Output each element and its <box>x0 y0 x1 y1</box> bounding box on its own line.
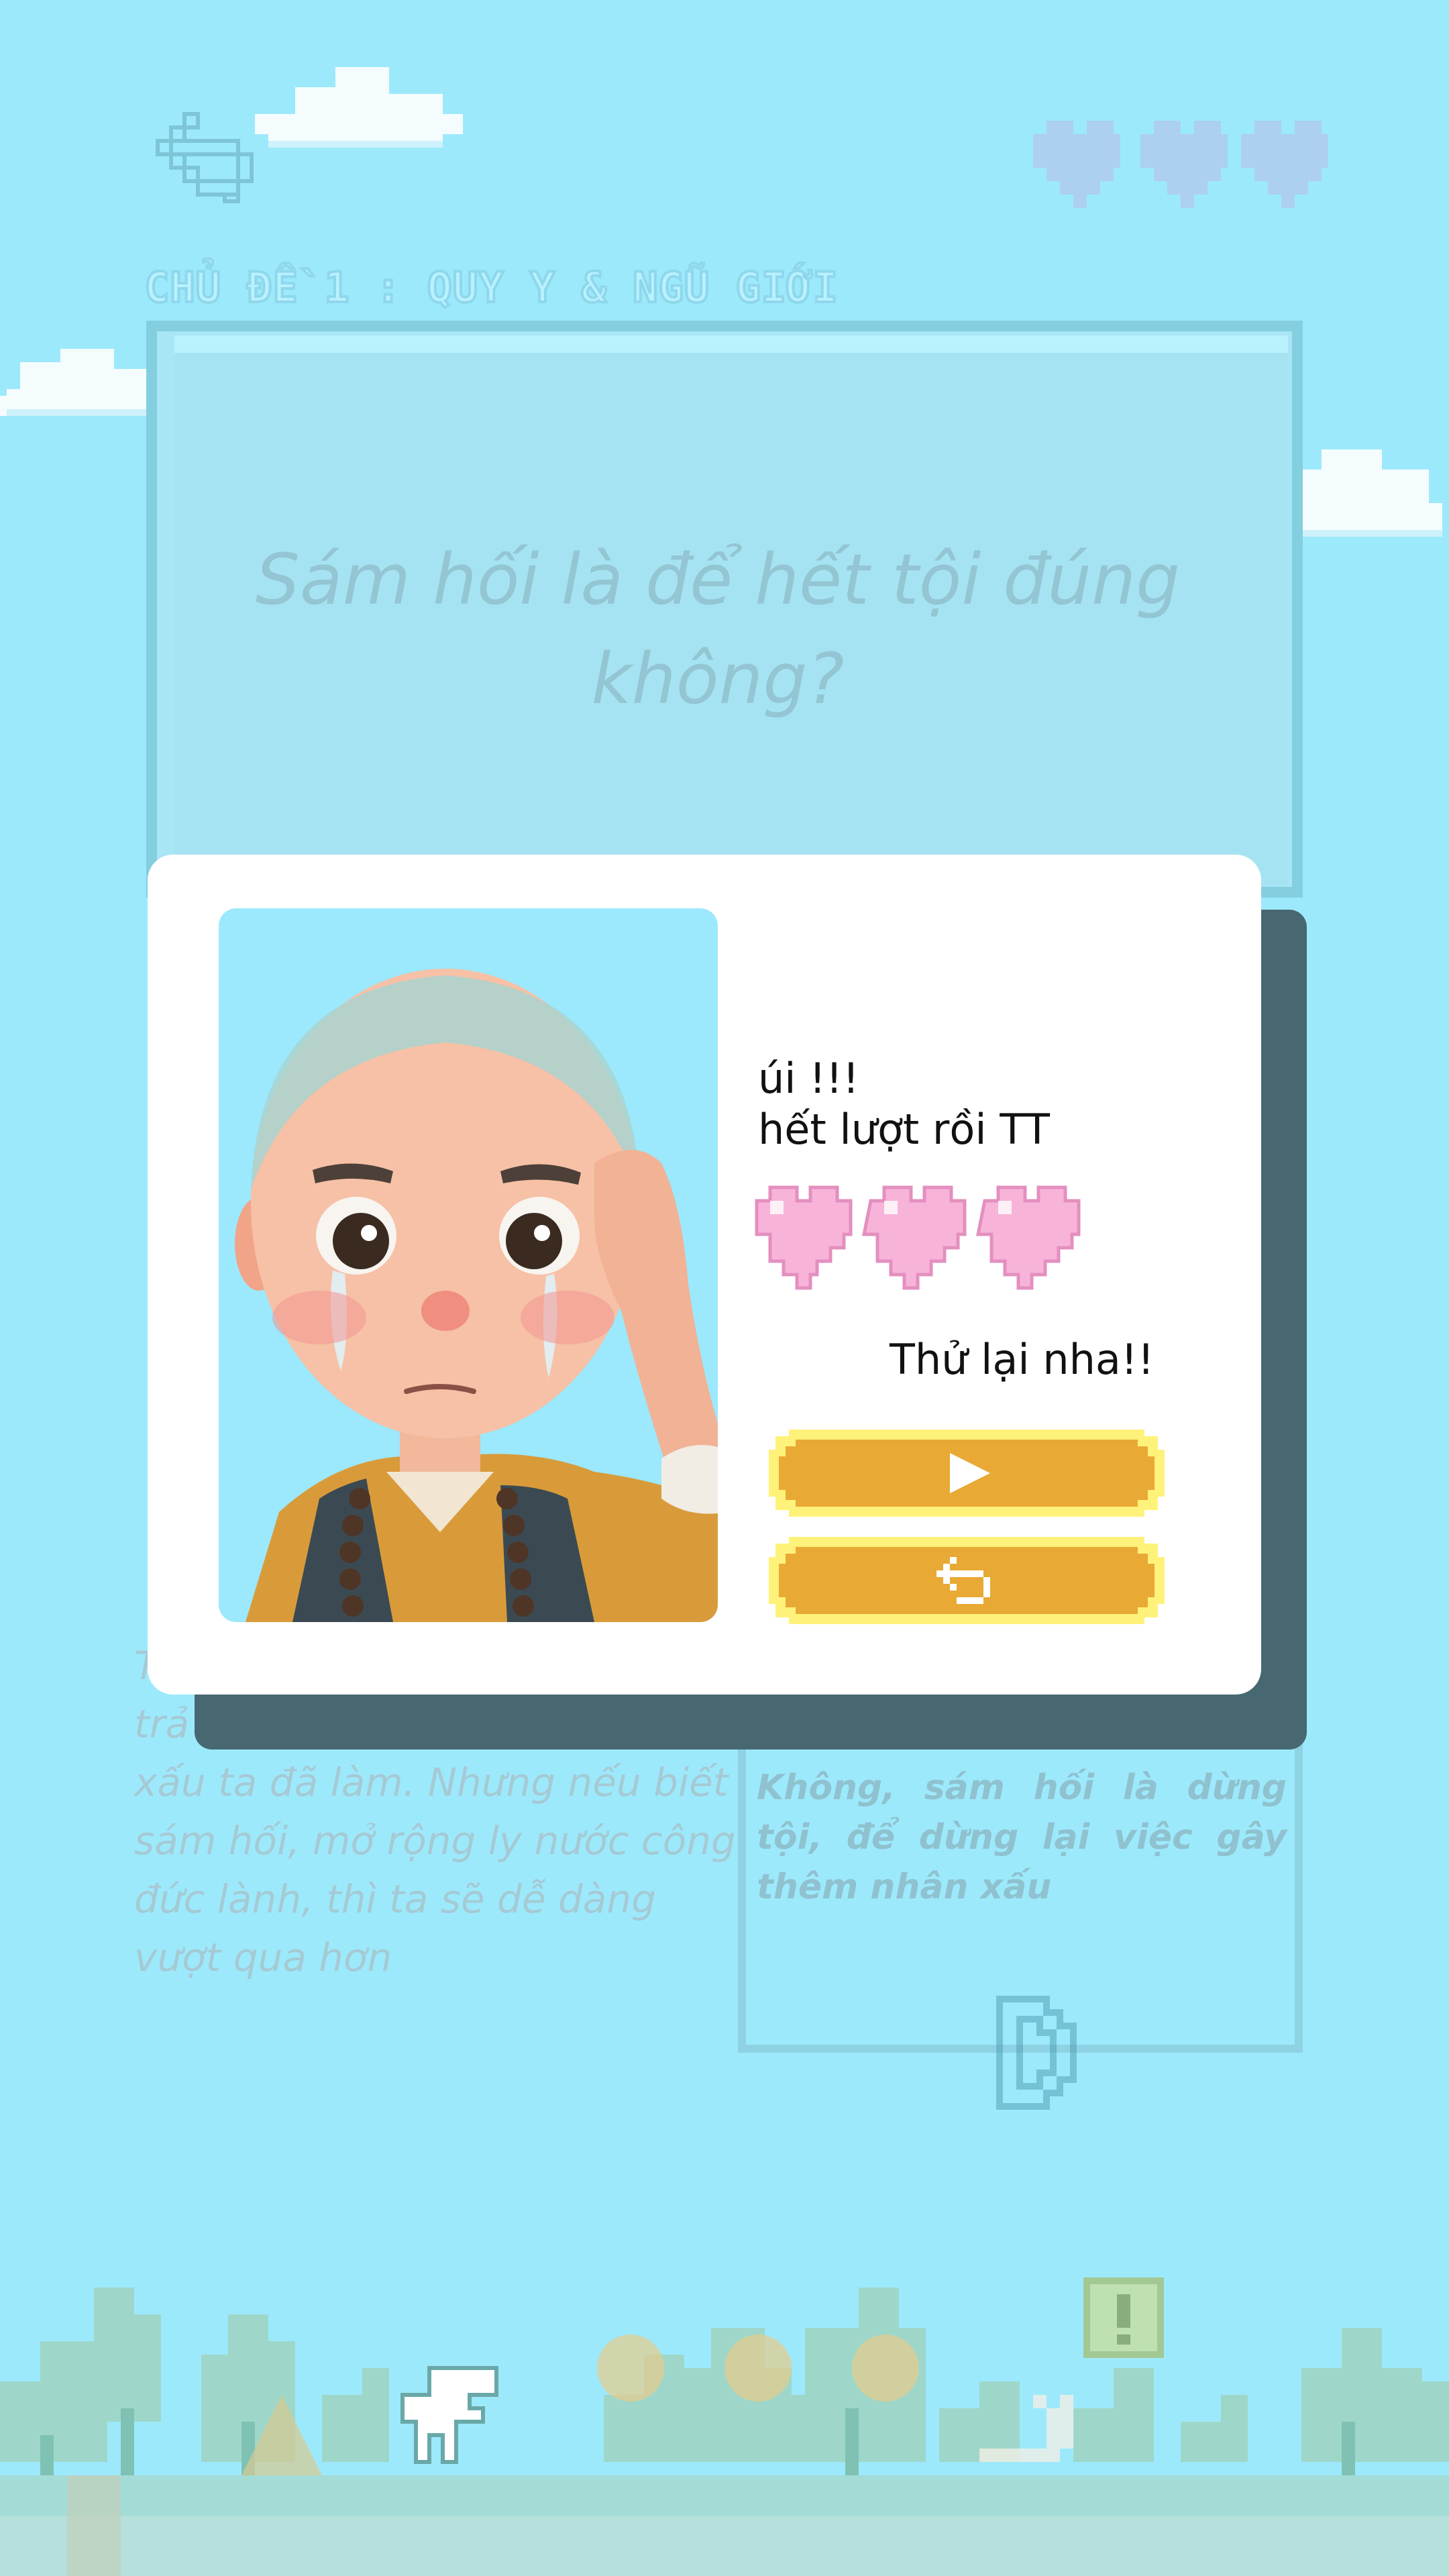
pixel-landscape <box>0 2207 1449 2576</box>
cloud <box>255 67 463 148</box>
play-button[interactable] <box>769 1429 1165 1517</box>
crying-monk-portrait <box>219 908 718 1622</box>
answer-option-right[interactable]: Không, sám hối là dừng tội, để dừng lại … <box>757 1763 1287 1912</box>
message-line-2: hết lượt rồi TT <box>758 1105 1050 1154</box>
replay-button[interactable] <box>769 1536 1165 1625</box>
message-line-1: úi !!! <box>758 1054 859 1103</box>
lives-hearts-icon <box>1033 121 1328 208</box>
topic-title: CHỦ ĐỀ 1 : QUY Y & NGŨ GIỚI <box>143 262 839 313</box>
question-text: Sám hối là để hết tội đúng không? <box>255 539 1181 720</box>
game-over-message: úi !!! hết lượt rồi TT <box>758 1053 1050 1155</box>
lives-hearts-icon <box>755 1185 1081 1290</box>
retry-prompt: Thử lại nha!! <box>890 1335 1155 1384</box>
d-letter-icon <box>996 1996 1077 2110</box>
